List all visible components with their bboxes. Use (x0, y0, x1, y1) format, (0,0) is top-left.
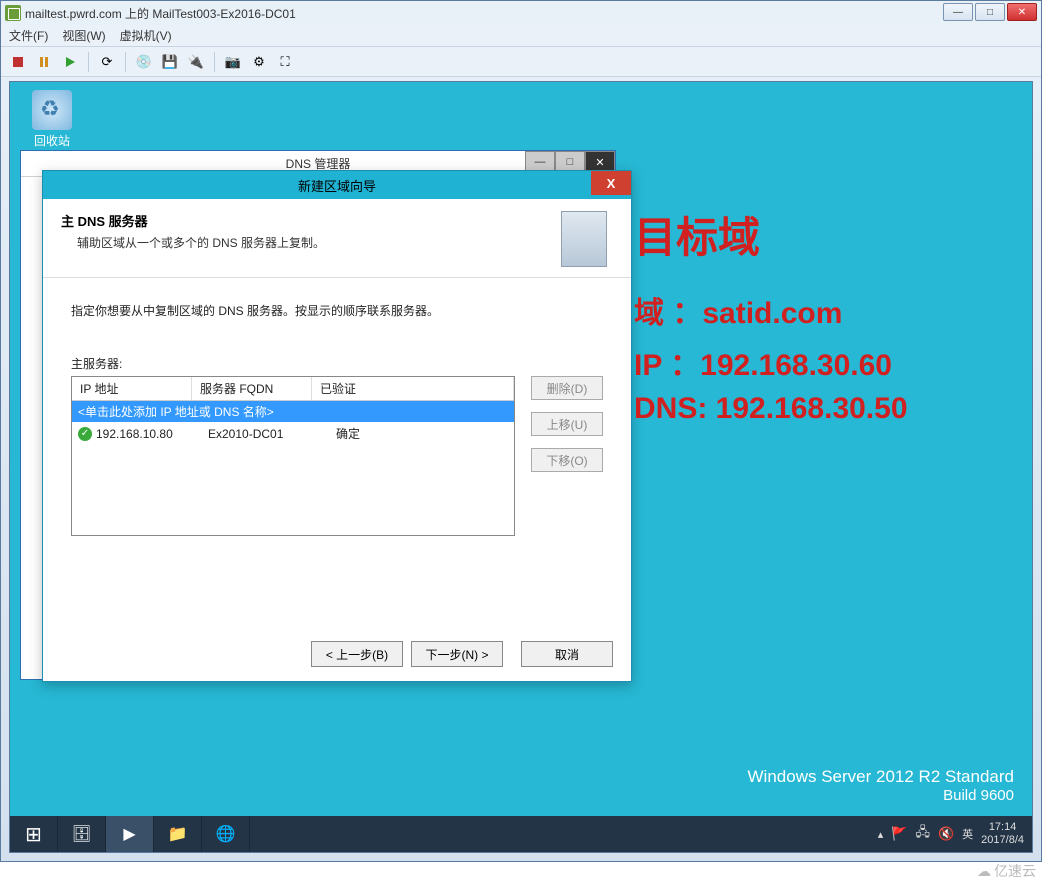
outer-window-title: mailtest.pwrd.com 上的 MailTest003-Ex2016-… (25, 5, 296, 22)
master-servers-table[interactable]: IP 地址 服务器 FQDN 已验证 <单击此处添加 IP 地址或 DNS 名称… (71, 376, 515, 536)
menu-view[interactable]: 视图(W) (62, 27, 105, 44)
table-row[interactable]: ✓ 192.168.10.80 Ex2010-DC01 确定 (72, 422, 514, 445)
vm-refresh-button[interactable]: ⟳ (96, 51, 118, 73)
vm-play-button[interactable] (59, 51, 81, 73)
row-ip: 192.168.10.80 (96, 427, 208, 441)
tray-ime[interactable]: 英 (962, 826, 973, 842)
col-fqdn[interactable]: 服务器 FQDN (192, 377, 312, 400)
wizard-titlebar[interactable]: 新建区域向导 X (43, 171, 631, 199)
wizard-header: 主 DNS 服务器 辅助区域从一个或多个的 DNS 服务器上复制。 (43, 199, 631, 278)
move-up-button[interactable]: 上移(U) (531, 412, 603, 436)
tray-date: 2017/8/4 (981, 834, 1024, 847)
table-header: IP 地址 服务器 FQDN 已验证 (72, 377, 514, 401)
vm-settings-button[interactable]: ⚙ (248, 51, 270, 73)
next-button[interactable]: 下一步(N) > (411, 641, 503, 667)
watermark-text: 亿速云 (994, 861, 1036, 881)
outer-close-button[interactable]: ✕ (1007, 3, 1037, 21)
wizard-footer: < 上一步(B) 下一步(N) > 取消 (311, 641, 613, 667)
menu-file[interactable]: 文件(F) (9, 27, 48, 44)
outer-minimize-button[interactable]: — (943, 3, 973, 21)
back-button[interactable]: < 上一步(B) (311, 641, 403, 667)
taskbar[interactable]: ⊞ 🗄 ▶ 📁 🌐 ▴ 🚩 🖧 🔇 英 17:14 2017/8/4 (10, 816, 1032, 852)
recycle-bin-icon (32, 90, 72, 130)
move-down-button[interactable]: 下移(O) (531, 448, 603, 472)
col-validated[interactable]: 已验证 (312, 377, 514, 400)
annotation-ip: IP ：192.168.30.60 (634, 340, 892, 384)
os-build: Build 9600 (748, 787, 1014, 804)
powershell-taskbar[interactable]: ▶ (106, 816, 154, 852)
outer-toolbar: ⟳ 💿 💾 🔌 📷 ⚙ ⛶ (1, 47, 1041, 77)
wizard-close-button[interactable]: X (591, 171, 631, 195)
outer-menubar: 文件(F) 视图(W) 虚拟机(V) (1, 25, 1041, 47)
annotation-domain: 域 ：satid.com (634, 288, 842, 332)
outer-titlebar[interactable]: mailtest.pwrd.com 上的 MailTest003-Ex2016-… (1, 1, 1041, 25)
vm-viewport[interactable]: 回收站 DNS 管理器 — □ ✕ 新建区域向导 X 主 DNS 服务器 (9, 81, 1033, 853)
start-icon: ⊞ (25, 822, 42, 847)
wizard-title: 新建区域向导 (298, 176, 376, 195)
annotation-title: 目标域 (634, 204, 760, 265)
cloud-icon: ☁ (977, 863, 991, 880)
recycle-bin[interactable]: 回收站 (32, 90, 72, 149)
os-brand-name: Windows Server 2012 R2 Standard (748, 767, 1014, 787)
vm-floppy-button[interactable]: 💾 (159, 51, 181, 73)
vm-fullscreen-button[interactable]: ⛶ (274, 51, 296, 73)
check-icon: ✓ (78, 427, 92, 441)
watermark: ☁ 亿速云 (977, 861, 1036, 881)
delete-button[interactable]: 删除(D) (531, 376, 603, 400)
master-servers-label: 主服务器: (71, 355, 603, 372)
vm-pause-button[interactable] (33, 51, 55, 73)
start-button[interactable]: ⊞ (10, 816, 58, 852)
wizard-body: 指定你想要从中复制区域的 DNS 服务器。按显示的顺序联系服务器。 主服务器: … (43, 278, 631, 546)
tray-clock[interactable]: 17:14 2017/8/4 (981, 821, 1024, 847)
cancel-button[interactable]: 取消 (521, 641, 613, 667)
annotation-dns: DNS: 192.168.30.50 (634, 392, 908, 426)
vsphere-icon (5, 5, 21, 21)
stop-icon (13, 57, 23, 67)
vm-snapshot-button[interactable]: 📷 (222, 51, 244, 73)
add-server-input[interactable]: <单击此处添加 IP 地址或 DNS 名称> (72, 401, 514, 422)
pause-icon (40, 57, 48, 67)
server-graphic-icon (561, 211, 607, 267)
os-brand: Windows Server 2012 R2 Standard Build 96… (748, 767, 1014, 804)
wizard-instruction: 指定你想要从中复制区域的 DNS 服务器。按显示的顺序联系服务器。 (71, 302, 603, 319)
tray-volume-icon[interactable]: 🔇 (938, 826, 954, 842)
row-fqdn: Ex2010-DC01 (208, 427, 328, 441)
server-manager-taskbar[interactable]: 🗄 (58, 816, 106, 852)
vm-stop-button[interactable] (7, 51, 29, 73)
new-zone-wizard-dialog: 新建区域向导 X 主 DNS 服务器 辅助区域从一个或多个的 DNS 服务器上复… (42, 170, 632, 682)
tray-up-icon[interactable]: ▴ (878, 828, 884, 841)
tray-time: 17:14 (981, 821, 1024, 834)
vmware-console-window: mailtest.pwrd.com 上的 MailTest003-Ex2016-… (0, 0, 1042, 862)
play-icon (66, 57, 75, 67)
recycle-bin-label: 回收站 (32, 132, 72, 149)
tray-network-icon[interactable]: 🖧 (915, 823, 930, 845)
menu-vm[interactable]: 虚拟机(V) (120, 27, 172, 44)
col-ip[interactable]: IP 地址 (72, 377, 192, 400)
outer-maximize-button[interactable]: □ (975, 3, 1005, 21)
row-validated: 确定 (328, 425, 508, 442)
tray-flag-icon[interactable]: 🚩 (891, 826, 907, 842)
wizard-header-title: 主 DNS 服务器 (61, 211, 561, 230)
vm-network-button[interactable]: 🔌 (185, 51, 207, 73)
wizard-header-sub: 辅助区域从一个或多个的 DNS 服务器上复制。 (61, 234, 561, 251)
explorer-taskbar[interactable]: 📁 (154, 816, 202, 852)
dns-manager-taskbar[interactable]: 🌐 (202, 816, 250, 852)
system-tray[interactable]: ▴ 🚩 🖧 🔇 英 17:14 2017/8/4 (870, 816, 1032, 852)
vm-cdrom-button[interactable]: 💿 (133, 51, 155, 73)
